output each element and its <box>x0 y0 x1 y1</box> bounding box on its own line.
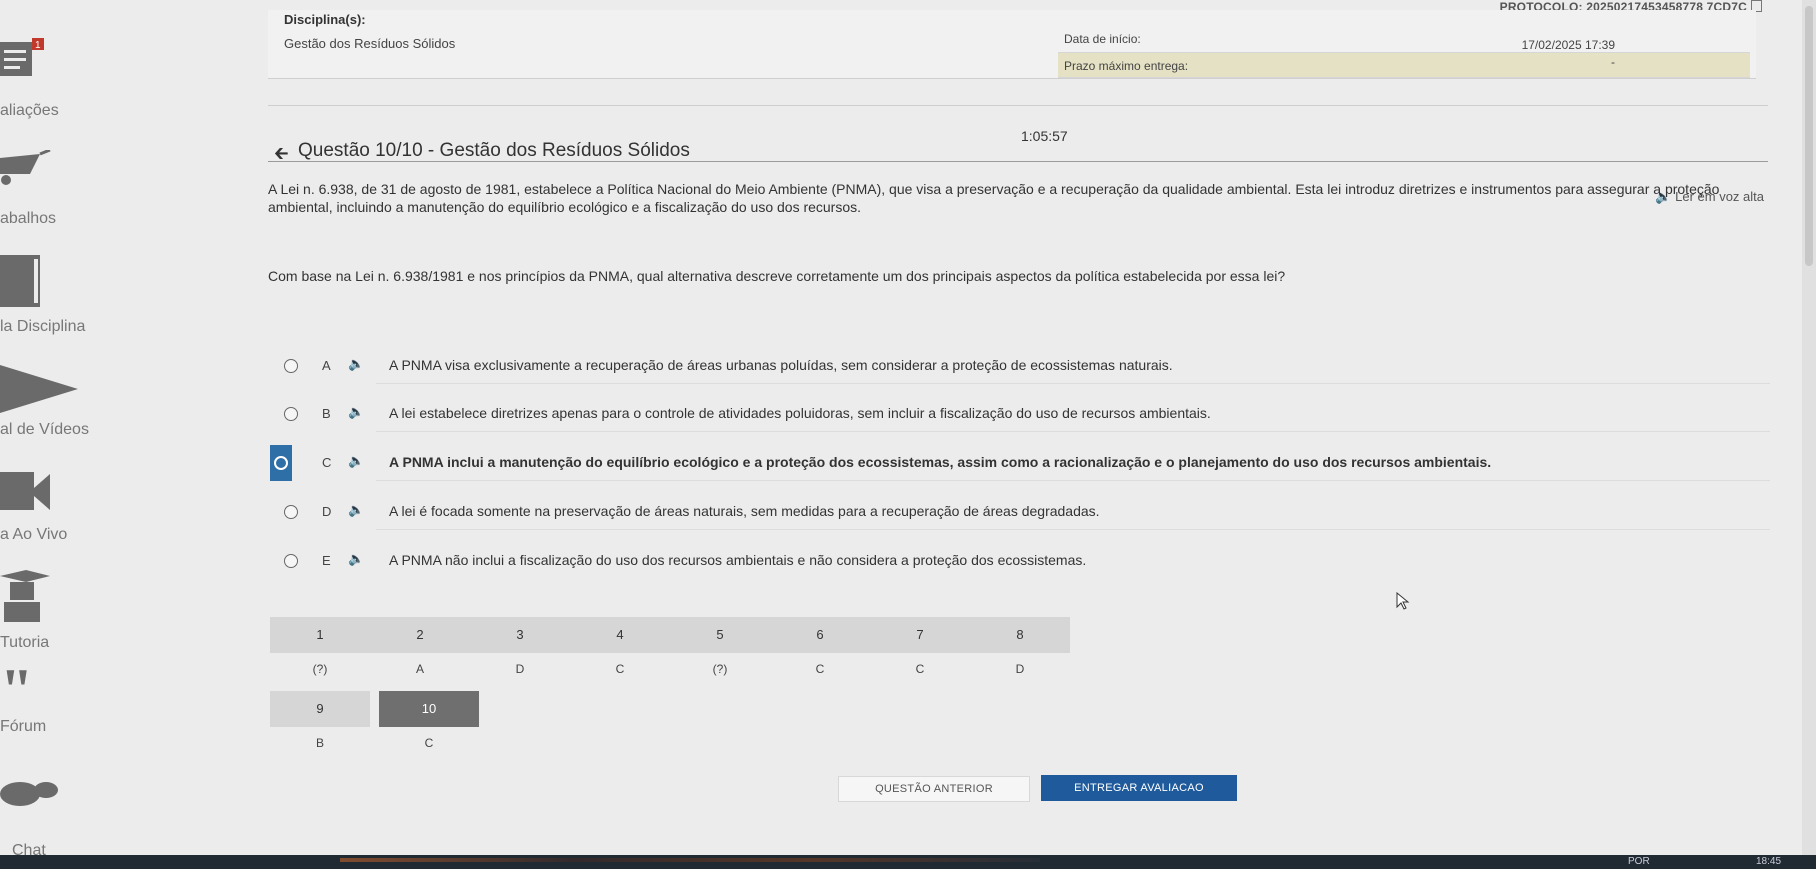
speaker-icon[interactable]: 🔈 <box>348 356 364 372</box>
question-prompt: Com base na Lei n. 6.938/1981 e nos prin… <box>268 268 1286 284</box>
alternative-text: A PNMA não inclui a fiscalização do uso … <box>389 552 1087 568</box>
speaker-icon[interactable]: 🔈 <box>348 502 364 518</box>
answer-3: D <box>515 662 525 676</box>
sidebar-item-forum[interactable]: " Fórum <box>0 670 92 740</box>
alternative-letter: E <box>322 553 331 568</box>
speaker-icon[interactable]: 🔈 <box>348 551 364 567</box>
start-date-value: 17/02/2025 17:39 <box>1521 38 1615 52</box>
question-nav-3[interactable]: 3 <box>470 617 570 653</box>
question-nav-10[interactable]: 10 <box>379 691 479 727</box>
radio-button[interactable] <box>284 407 298 421</box>
question-text: A Lei n. 6.938, de 31 de agosto de 1981,… <box>268 181 1720 215</box>
start-date-row: Data de início: 17/02/2025 17:39 <box>1058 26 1750 53</box>
alternative-letter: A <box>322 358 331 373</box>
question-nav-7[interactable]: 7 <box>870 617 970 653</box>
discipline-value: Gestão dos Resíduos Sólidos <box>284 36 456 51</box>
speaker-icon[interactable]: 🔈 <box>348 404 364 420</box>
radio-button-selected[interactable] <box>274 456 288 470</box>
due-date-row: Prazo máximo entrega: - <box>1058 53 1750 78</box>
page-scrollbar[interactable] <box>1802 0 1816 855</box>
alternative-text: A lei é focada somente na preservação de… <box>389 503 1100 519</box>
camera-icon <box>0 472 50 510</box>
question-nav-2[interactable]: 2 <box>370 617 470 653</box>
question-nav-6[interactable]: 6 <box>770 617 870 653</box>
divider <box>268 105 1768 106</box>
answer-9: B <box>315 736 324 750</box>
answer-4: C <box>615 662 625 676</box>
scrollbar-thumb[interactable] <box>1805 6 1813 266</box>
wheelbarrow-icon <box>0 150 51 185</box>
book-icon <box>0 255 40 307</box>
sidebar-item-label: Fórum <box>0 718 47 735</box>
answer-6: C <box>815 662 825 676</box>
sidebar-item-label: aliações <box>0 102 59 119</box>
alternative-d[interactable]: D 🔈 A lei é focada somente na preservaçã… <box>270 494 1770 530</box>
question-nav-9[interactable]: 9 <box>270 691 370 727</box>
back-arrow-icon[interactable]: 🡰 <box>274 141 289 171</box>
answer-7: C <box>915 662 925 676</box>
due-date-label: Prazo máximo entrega: <box>1064 59 1189 73</box>
alternative-text: A PNMA inclui a manutenção do equilíbrio… <box>389 454 1492 470</box>
sidebar-item-chat[interactable]: Chat <box>0 780 92 860</box>
question-title-bar: 🡰 Questão 10/10 - Gestão dos Resíduos Só… <box>268 137 1768 163</box>
question-nav-8[interactable]: 8 <box>970 617 1070 653</box>
sidebar-item-videos[interactable]: al de Vídeos <box>0 365 92 445</box>
alternative-letter: D <box>322 504 332 519</box>
exam-header: Disciplina(s): Gestão dos Resíduos Sólid… <box>268 10 1756 79</box>
question-title: Questão 10/10 - Gestão dos Resíduos Sóli… <box>298 140 690 161</box>
svg-text:": " <box>0 670 33 710</box>
sidebar-item-ao-vivo[interactable]: a Ao Vivo <box>0 470 92 546</box>
sidebar-item-trabalhos[interactable]: abalhos <box>0 150 92 230</box>
sidebar: 1 aliações abalhos la Disciplina al de V… <box>0 0 92 869</box>
alternative-letter: C <box>322 455 332 470</box>
alternative-c[interactable]: C 🔈 A PNMA inclui a manutenção do equilí… <box>270 445 1770 481</box>
alternative-a[interactable]: A 🔈 A PNMA visa exclusivamente a recuper… <box>270 348 1770 384</box>
answer-8: D <box>1015 662 1025 676</box>
radio-button[interactable] <box>284 505 298 519</box>
mouse-cursor-icon <box>1396 592 1410 610</box>
dates-box: Data de início: 17/02/2025 17:39 Prazo m… <box>1058 26 1750 78</box>
previous-question-button[interactable]: QUESTÃO ANTERIOR <box>838 776 1030 802</box>
discipline-label: Disciplina(s): <box>284 12 366 27</box>
answer-1: (?) <box>312 662 328 676</box>
alternative-text: A PNMA visa exclusivamente a recuperação… <box>389 357 1173 373</box>
question-nav-1[interactable]: 1 <box>270 617 370 653</box>
answer-10: C <box>424 736 434 750</box>
sidebar-item-label: Tutoria <box>0 634 50 651</box>
due-date-value: - <box>1611 55 1615 69</box>
question-nav-4[interactable]: 4 <box>570 617 670 653</box>
question-nav-5[interactable]: 5 <box>670 617 770 653</box>
answer-5: (?) <box>712 662 728 676</box>
clock: 18:45 <box>1756 856 1782 867</box>
clipboard-icon: 1 <box>0 38 44 76</box>
alternative-e[interactable]: E 🔈 A PNMA não inclui a fiscalização do … <box>270 543 1770 579</box>
chat-icon <box>0 782 58 806</box>
submit-exam-button[interactable]: ENTREGAR AVALIACAO <box>1041 775 1237 801</box>
speaker-icon[interactable]: 🔈 <box>348 453 364 469</box>
radio-button[interactable] <box>284 359 298 373</box>
quote-icon: " <box>0 670 33 710</box>
sidebar-item-avaliacoes[interactable]: 1 aliações <box>0 36 92 120</box>
sidebar-item-label: al de Vídeos <box>0 421 89 438</box>
svg-text:1: 1 <box>35 40 41 51</box>
sidebar-item-label: abalhos <box>0 210 57 227</box>
sidebar-item-label: la Disciplina <box>0 318 86 335</box>
answer-2: A <box>415 662 424 676</box>
radio-button[interactable] <box>284 554 298 568</box>
play-icon <box>0 365 78 413</box>
language-indicator[interactable]: POR <box>1628 856 1650 867</box>
sidebar-item-disciplina[interactable]: la Disciplina <box>0 255 92 340</box>
tutor-icon <box>0 570 50 622</box>
alternative-b[interactable]: B 🔈 A lei estabelece diretrizes apenas p… <box>270 396 1770 432</box>
os-taskbar: POR 18:45 <box>0 855 1816 869</box>
alternative-letter: B <box>322 406 331 421</box>
alternative-text: A lei estabelece diretrizes apenas para … <box>389 405 1211 421</box>
sidebar-item-tutoria[interactable]: Tutoria <box>0 570 92 651</box>
start-date-label: Data de início: <box>1064 32 1141 46</box>
sidebar-item-label: a Ao Vivo <box>0 526 68 543</box>
